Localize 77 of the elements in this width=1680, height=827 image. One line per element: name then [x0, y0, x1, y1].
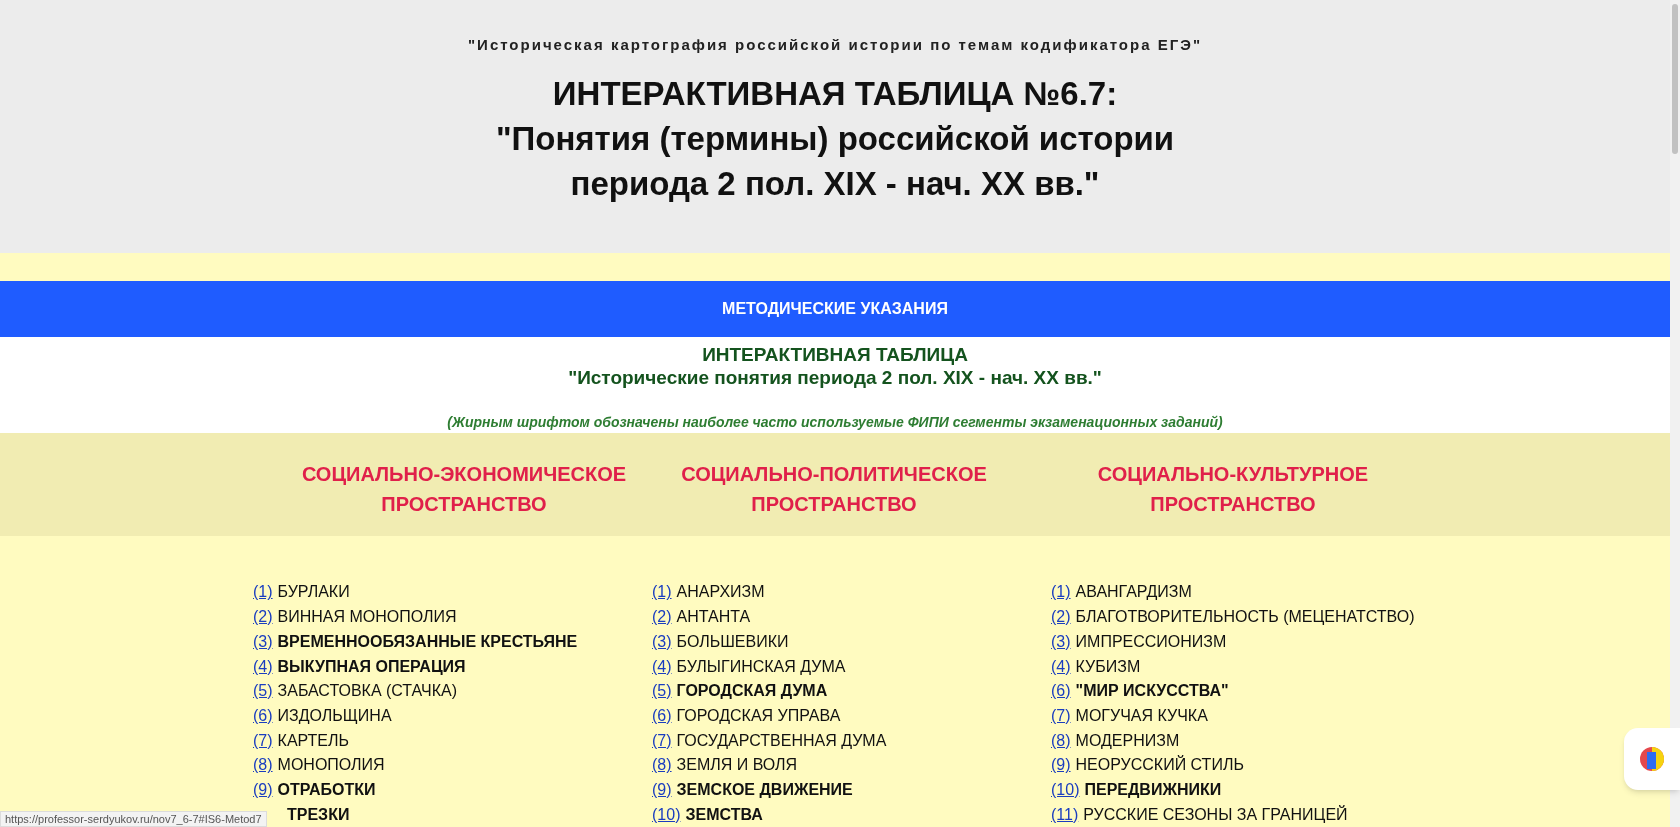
- term-label: ЗАБАСТОВКА (СТАЧКА): [277, 681, 457, 702]
- term-number-link[interactable]: (4): [1051, 654, 1071, 679]
- term-label: ВИННАЯ МОНОПОЛИЯ: [277, 607, 457, 628]
- term-label: БУРЛАКИ: [277, 582, 350, 603]
- term-number-link[interactable]: (3): [1051, 629, 1071, 654]
- term-label: БЛАГОТВОРИТЕЛЬНОСТЬ (МЕЦЕНАТСТВО): [1075, 607, 1415, 628]
- term-label: ЗЕМЛЯ И ВОЛЯ: [676, 755, 798, 776]
- term-number-link[interactable]: (1): [253, 580, 273, 605]
- intro-note: (Жирным шрифтом обозначены наиболее часто используемые ФИПИ сегменты экзаменационных заданий): [447, 412, 1223, 432]
- term-label: КУБИЗМ: [1075, 656, 1141, 677]
- term-number-link[interactable]: (6): [652, 703, 672, 728]
- term-number-link[interactable]: (5): [652, 679, 672, 704]
- term-label: ЗЕМСТВА: [685, 804, 763, 825]
- term-label: ЗЕМСКОЕ ДВИЖЕНИЕ: [676, 779, 853, 800]
- term-number-link[interactable]: (8): [652, 753, 672, 778]
- term-number-link[interactable]: (7): [1051, 703, 1071, 728]
- term-label: АВАНГАРДИЗМ: [1075, 582, 1192, 603]
- term-number-link[interactable]: (9): [652, 777, 672, 802]
- term-label: ОТРАБОТКИ: [277, 779, 376, 800]
- term-number-link[interactable]: (2): [1051, 605, 1071, 630]
- term-number-link[interactable]: (6): [253, 703, 273, 728]
- page-title-line: периода 2 пол. XIX - нач. XX вв.": [570, 163, 1100, 204]
- term-label: "МИР ИСКУССТВА": [1075, 681, 1229, 702]
- term-label: ГОРОДСКАЯ УПРАВА: [676, 705, 841, 726]
- scrollbar[interactable]: [1670, 0, 1680, 827]
- column-heading-line: СОЦИАЛЬНО-ПОЛИТИЧЕСКОЕ: [681, 461, 987, 487]
- term-number-link[interactable]: (2): [253, 605, 273, 630]
- term-number-link[interactable]: (1): [652, 580, 672, 605]
- term-label: НЕОРУССКИЙ СТИЛЬ: [1075, 754, 1244, 776]
- term-label: МОДЕРНИЗМ: [1075, 730, 1180, 751]
- term-number-link[interactable]: (4): [253, 654, 273, 679]
- term-number-link[interactable]: (8): [1051, 728, 1071, 753]
- term-number-link[interactable]: (7): [253, 728, 273, 753]
- term-number-link[interactable]: (5): [253, 679, 273, 704]
- term-label: ГОСУДАРСТВЕННАЯ ДУМА: [676, 730, 887, 751]
- intro-heading-line: "Исторические понятия периода 2 пол. XIX - нач. XX вв.": [568, 365, 1102, 389]
- term-label: ВРЕМЕННООБЯЗАННЫЕ КРЕСТЬЯНЕ: [277, 631, 578, 652]
- column-heading-line: ПРОСТРАНСТВО: [751, 491, 917, 517]
- term-number-link[interactable]: (7): [652, 728, 672, 753]
- term-label: ТРЕЗКИ: [287, 804, 350, 825]
- column-heading-line: ПРОСТРАНСТВО: [1150, 491, 1316, 517]
- term-number-link[interactable]: (10): [1051, 777, 1080, 802]
- term-label: ИЗДОЛЬЩИНА: [277, 705, 392, 726]
- term-label: КАРТЕЛЬ: [277, 730, 349, 751]
- status-bar-url: https://professor-serdyukov.ru/nov7_6-7#IS6-Metod7: [0, 811, 267, 827]
- term-label: ВЫКУПНАЯ ОПЕРАЦИЯ: [277, 656, 466, 677]
- page-title-line: ИНТЕРАКТИВНАЯ ТАБЛИЦА №6.7:: [552, 73, 1118, 114]
- guide-link[interactable]: МЕТОДИЧЕСКИЕ УКАЗАНИЯ: [722, 296, 948, 321]
- term-number-link[interactable]: (6): [1051, 679, 1071, 704]
- intro-heading-line: ИНТЕРАКТИВНАЯ ТАБЛИЦА: [702, 342, 968, 366]
- term-label: АНАРХИЗМ: [676, 582, 765, 603]
- term-label: ГОРОДСКАЯ ДУМА: [676, 681, 828, 702]
- term-label: МОГУЧАЯ КУЧКА: [1075, 705, 1208, 726]
- term-number-link[interactable]: (1): [1051, 580, 1071, 605]
- term-number-link[interactable]: (3): [652, 629, 672, 654]
- term-number-link[interactable]: (8): [253, 753, 273, 778]
- term-label: МОНОПОЛИЯ: [277, 755, 385, 776]
- header-subtitle: "Историческая картография российской истории по темам кодификатора ЕГЭ": [468, 35, 1202, 55]
- column-heading-line: СОЦИАЛЬНО-ЭКОНОМИЧЕСКОЕ: [301, 461, 627, 487]
- term-number-link[interactable]: (11): [1051, 802, 1079, 827]
- widget-logo-icon: [1639, 746, 1665, 772]
- term-number-link[interactable]: (10): [652, 802, 681, 827]
- column-heading-line: ПРОСТРАНСТВО: [381, 491, 547, 517]
- term-number-link[interactable]: (9): [253, 777, 273, 802]
- term-label: РУССКИЕ СЕЗОНЫ ЗА ГРАНИЦЕЙ: [1083, 804, 1348, 825]
- term-label: АНТАНТА: [676, 607, 751, 628]
- term-label: ПЕРЕДВИЖНИКИ: [1084, 779, 1222, 800]
- term-number-link[interactable]: (3): [253, 629, 273, 654]
- term-label: БУЛЫГИНСКАЯ ДУМА: [676, 656, 846, 677]
- term-number-link[interactable]: (9): [1051, 753, 1071, 778]
- term-label: БОЛЬШЕВИКИ: [676, 631, 789, 652]
- column-heading-line: СОЦИАЛЬНО-КУЛЬТУРНОЕ: [1097, 461, 1369, 487]
- page-title-line: "Понятия (термины) российской истории: [495, 118, 1175, 159]
- term-label: ИМПРЕССИОНИЗМ: [1075, 631, 1227, 652]
- floating-widget-button[interactable]: [1624, 728, 1680, 790]
- term-number-link[interactable]: (2): [652, 605, 672, 630]
- term-number-link[interactable]: (4): [652, 654, 672, 679]
